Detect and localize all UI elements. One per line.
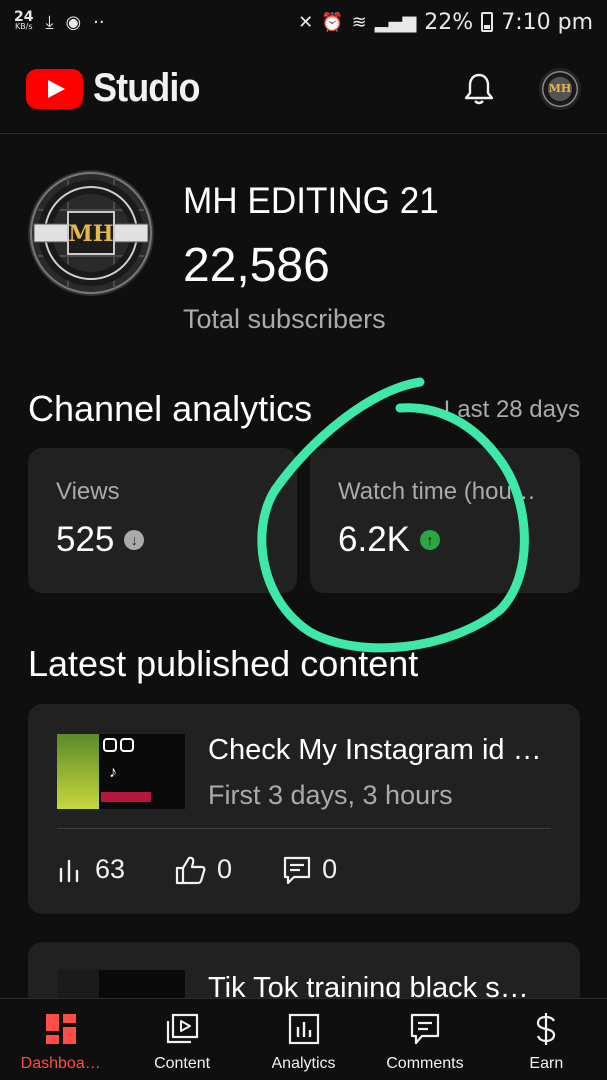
analytics-icon	[288, 1013, 319, 1045]
app-header: Studio MH	[0, 44, 607, 134]
account-avatar[interactable]: MH	[539, 67, 581, 110]
clock: 7:10 pm	[501, 9, 593, 35]
more-notifications-icon: ··	[93, 11, 105, 33]
trend-down-icon: ↓	[124, 530, 145, 550]
video-meta: First 3 days, 3 hours	[208, 780, 453, 810]
channel-header: MH MH EDITING 21 22,586 Total subscriber…	[28, 170, 588, 340]
app-title: Studio	[93, 66, 200, 110]
nav-earn-label: Earn	[529, 1055, 564, 1072]
alarm-icon: ⏰	[321, 11, 344, 33]
nav-comments[interactable]: Comments	[364, 999, 485, 1080]
nav-analytics-label: Analytics	[271, 1055, 336, 1072]
status-bar: 24 KB/s ⤓ ◉ ·· ✕ ⏰ ≋ ▂▄▆ 22% 7:10 pm	[0, 0, 607, 44]
youtube-logo-icon	[26, 68, 83, 109]
instagram-icon	[120, 738, 134, 752]
battery-icon	[481, 12, 494, 32]
download-icon: ⤓	[45, 11, 54, 33]
nav-dashboard-label: Dashboa…	[20, 1055, 101, 1072]
watch-time-value: 6.2K	[338, 520, 410, 559]
video-stats: 63 0 0	[57, 854, 387, 885]
likes-stat: 0	[175, 854, 232, 885]
latest-content-title: Latest published content	[28, 643, 419, 684]
subscriber-label: Total subscribers	[183, 304, 386, 334]
views-card[interactable]: Views 525 ↓	[28, 448, 297, 593]
network-speed: 24 KB/s	[14, 9, 34, 32]
tiktok-icon: ♪	[109, 764, 117, 781]
channel-name: MH EDITING 21	[183, 180, 439, 221]
wifi-icon: ≋	[351, 11, 367, 33]
network-speed-value: 24	[14, 9, 34, 25]
nav-content[interactable]: Content	[121, 999, 242, 1080]
watch-time-label: Watch time (hou…	[338, 478, 536, 505]
nav-content-label: Content	[154, 1055, 211, 1072]
nav-earn[interactable]: Earn	[486, 999, 607, 1080]
comments-icon	[410, 1013, 440, 1045]
comments-stat: 0	[282, 854, 337, 885]
trend-up-icon: ↑	[420, 530, 440, 550]
mute-icon: ✕	[298, 11, 314, 33]
dashboard-icon	[45, 1014, 76, 1044]
dollar-icon	[537, 1013, 556, 1045]
comments-count: 0	[322, 854, 338, 884]
views-stat: 63	[57, 854, 125, 885]
watch-time-value-row: 6.2K ↑	[338, 520, 552, 560]
nav-dashboard[interactable]: Dashboa…	[0, 999, 121, 1080]
signal-icon: ▂▄▆	[374, 11, 417, 33]
chrome-icon: ◉	[65, 11, 82, 33]
subscriber-count: 22,586	[183, 239, 330, 292]
analytics-title: Channel analytics	[28, 388, 313, 429]
content-icon	[167, 1013, 199, 1044]
nav-analytics[interactable]: Analytics	[243, 999, 364, 1080]
thumbs-up-icon	[175, 856, 206, 884]
network-speed-unit: KB/s	[14, 22, 33, 31]
channel-avatar[interactable]: MH	[28, 170, 154, 296]
battery-percent: 22%	[424, 9, 474, 35]
video-thumbnail[interactable]: ♪	[57, 734, 185, 809]
divider	[57, 828, 551, 829]
views-count: 63	[95, 854, 126, 884]
instagram-icon	[103, 738, 117, 752]
nav-comments-label: Comments	[386, 1055, 464, 1072]
analytics-period: Last 28 days	[443, 396, 580, 423]
video-title[interactable]: Check My Instagram id …	[208, 734, 558, 767]
views-value-row: 525 ↓	[56, 520, 269, 560]
svg-text:MH: MH	[68, 221, 113, 247]
watch-time-card[interactable]: Watch time (hou… 6.2K ↑	[310, 448, 580, 593]
views-value: 525	[56, 520, 115, 559]
likes-count: 0	[217, 854, 233, 884]
comment-icon	[283, 856, 311, 884]
notifications-bell-icon[interactable]	[463, 72, 495, 106]
views-label: Views	[56, 478, 120, 505]
bottom-navigation: Dashboa… Content Analytics Comments Earn	[0, 998, 607, 1080]
video-card[interactable]: ♪ Check My Instagram id … First 3 days, …	[28, 704, 580, 914]
bar-chart-icon	[59, 859, 79, 882]
